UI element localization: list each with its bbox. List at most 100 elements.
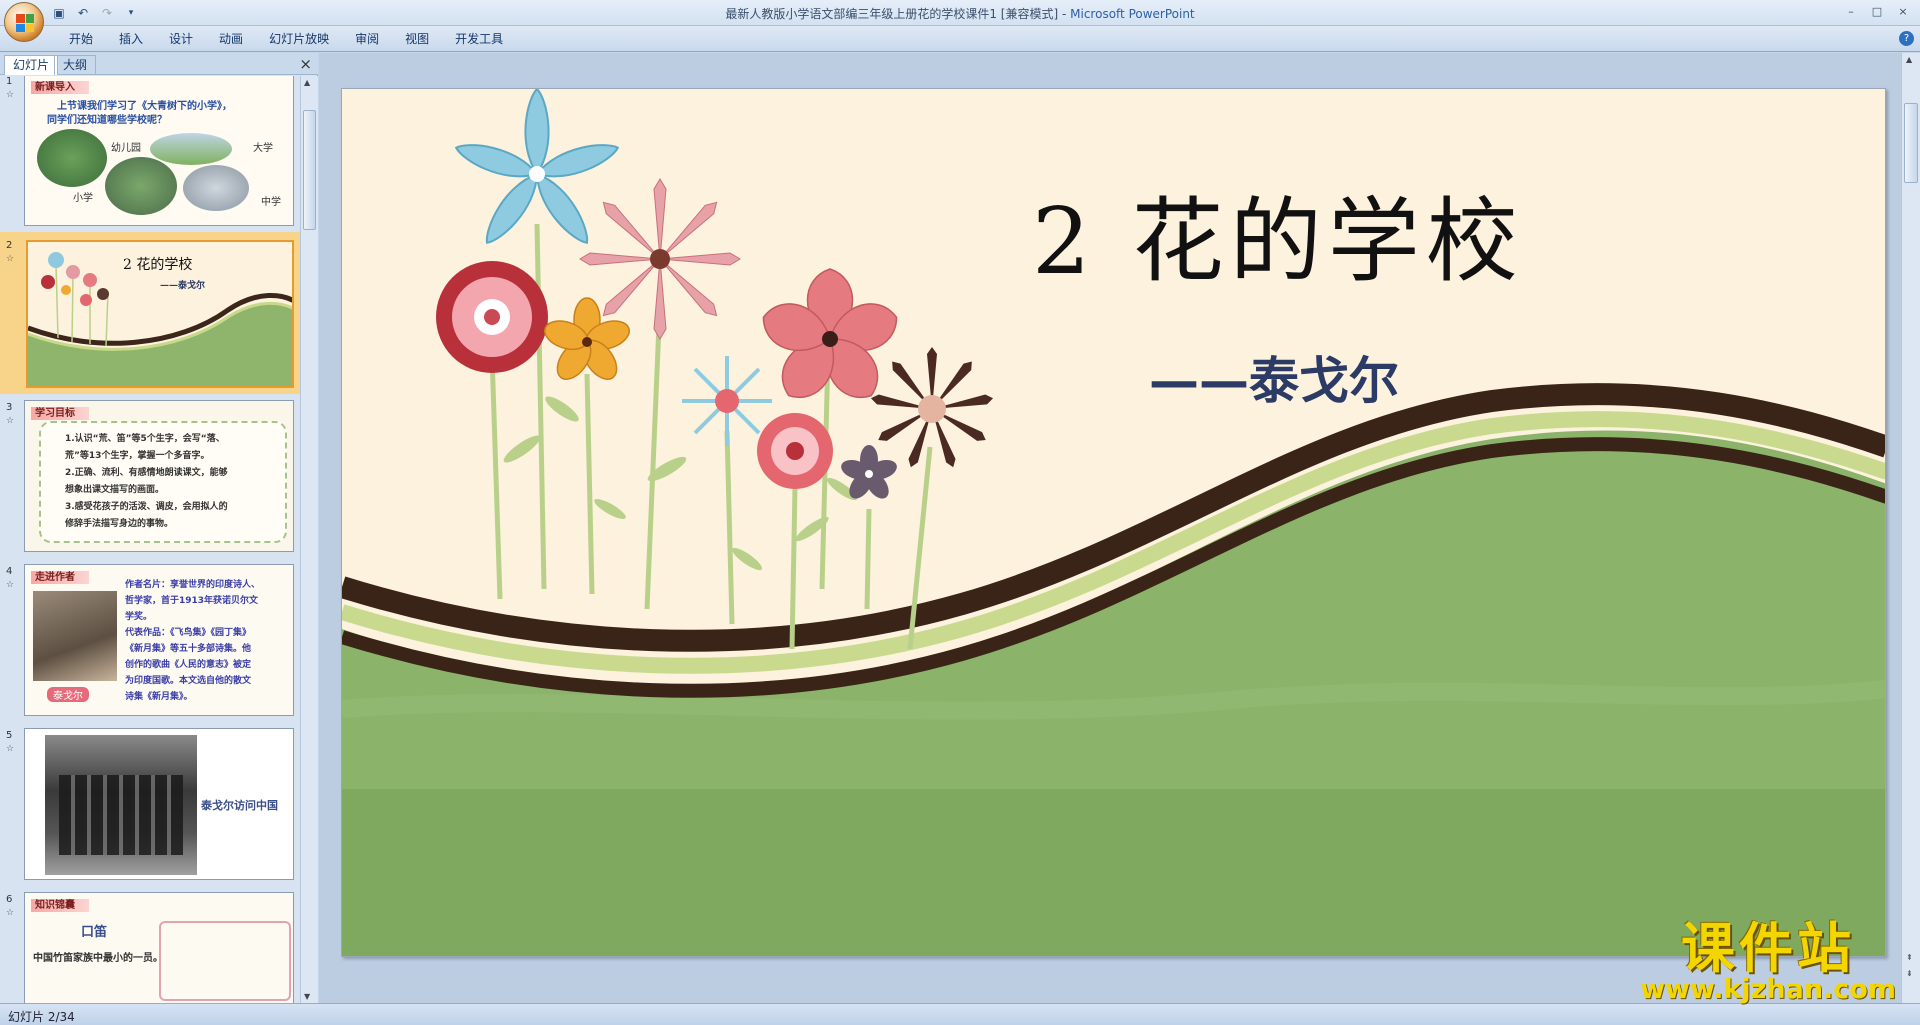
thumbnail-text: 为印度国歌。本文选自他的散文 [125,676,252,686]
scroll-down-icon[interactable]: ▼ [304,992,310,1001]
editor-scrollbar[interactable]: ▲ ⇞ ⇟ [1901,53,1920,1003]
ribbon-tabs: 开始 插入 设计 动画 幻灯片放映 审阅 视图 开发工具 [56,26,516,52]
kindergarten-photo [37,129,107,187]
scroll-up-icon[interactable]: ▲ [304,78,310,87]
previous-slide-icon[interactable]: ⇞ [1906,953,1913,962]
slide-number: 3 [6,402,13,413]
thumbnail-text: 3.感受花孩子的活泼、调皮，会用拟人的 [65,502,228,512]
help-icon[interactable]: ? [1899,31,1914,46]
scroll-thumb[interactable] [1904,103,1918,183]
slide-thumbnail-1[interactable]: 1 ☆ 新课导入 上节课我们学习了《大青树下的小学》， 同学们还知道哪些学校呢？… [0,76,300,230]
close-button[interactable]: × [1890,2,1916,20]
status-bar: 幻灯片 2/34 [0,1003,1920,1025]
thumbnail-text: 同学们还知道哪些学校呢？ [47,115,167,126]
thumbnail-label: 幼儿园 [111,143,141,154]
thumbnail-canvas: 学习目标 1.认识“荒、笛”等5个生字，会写“落、 荒”等13个生字，掌握一个多… [24,400,294,552]
slide-author[interactable]: ——泰戈尔 [1149,341,1399,413]
thumbnail-text: 学奖。 [125,612,153,622]
thumbnail-scrollbar[interactable]: ▲ ▼ [300,76,318,1003]
flute-frame [159,921,291,1001]
slide-number: 4 [6,566,13,577]
slide-thumbnail-2[interactable]: 2 ☆ 2 花的学校 ——泰戈尔 [0,232,300,394]
thumbnail-tag: 走进作者 [31,571,89,584]
thumbnail-canvas: 2 花的学校 ——泰戈尔 [26,240,294,388]
ribbon: 开始 插入 设计 动画 幻灯片放映 审阅 视图 开发工具 ? [0,26,1920,52]
watermark-title: 课件站 [1681,916,1856,980]
middle-school-photo [183,165,249,211]
slide-thumbnails: 1 ☆ 新课导入 上节课我们学习了《大青树下的小学》， 同学们还知道哪些学校呢？… [0,76,300,1003]
tab-home[interactable]: 开始 [56,26,106,52]
window-title: 最新人教版小学语文部编三年级上册花的学校课件1 [兼容模式] - Microso… [725,7,1195,21]
thumbnail-text: 2.正确、流利、有感情地朗读课文，能够 [65,468,228,478]
thumbnail-canvas: 知识锦囊 口笛 中国竹笛家族中最小的一员。 [24,892,294,1003]
tab-developer[interactable]: 开发工具 [442,26,516,52]
animation-star-icon: ☆ [6,908,15,918]
historical-photo [45,735,197,875]
slides-pane: 幻灯片 大纲 × 1 ☆ 新课导入 上节课我们学习了《大青树下的小学》， 同学们… [0,53,318,1003]
animation-star-icon: ☆ [6,744,15,754]
tab-slideshow[interactable]: 幻灯片放映 [256,26,342,52]
scroll-up-icon[interactable]: ▲ [1906,55,1912,64]
kjzhan-watermark: 课件站 www.kjzhan.com [1640,920,1896,1004]
window-controls: – □ × [1838,2,1916,20]
thumbnail-text: 诗集《新月集》。 [125,692,193,702]
title-bar: ▣ ↶ ↷ ▾ 最新人教版小学语文部编三年级上册花的学校课件1 [兼容模式] -… [0,0,1920,26]
pane-tabs: 幻灯片 大纲 × [0,53,318,75]
thumbnail-tag: 新课导入 [31,81,89,94]
slide-number: 6 [6,894,13,905]
animation-star-icon: ☆ [6,254,15,264]
slide-canvas[interactable]: 2 花的学校 ——泰戈尔 [341,88,1886,957]
thumbnail-text: 想象出课文描写的画面。 [65,485,165,495]
thumbnail-title: 2 花的学校 [123,257,193,273]
slide-counter: 幻灯片 2/34 [8,1010,75,1024]
thumbnail-text: 修辞手法描写身边的事物。 [65,519,174,529]
office-button[interactable] [4,2,44,42]
maximize-button[interactable]: □ [1864,2,1890,20]
thumbnail-text: 1.认识“荒、笛”等5个生字，会写“落、 [65,434,225,444]
slide-thumbnail-3[interactable]: 3 ☆ 学习目标 1.认识“荒、笛”等5个生字，会写“落、 荒”等13个生字，掌… [0,394,300,556]
slide-thumbnail-5[interactable]: 5 ☆ 泰戈尔访问中国 [0,722,300,884]
thumbnail-canvas: 走进作者 泰戈尔 作者名片：享誉世界的印度诗人、 哲学家，首于1913年获诺贝尔… [24,564,294,716]
tab-insert[interactable]: 插入 [106,26,156,52]
animation-star-icon: ☆ [6,416,15,426]
next-slide-icon[interactable]: ⇟ [1906,969,1913,978]
slide-thumbnail-6[interactable]: 6 ☆ 知识锦囊 口笛 中国竹笛家族中最小的一员。 [0,886,300,1003]
thumbnail-canvas: 新课导入 上节课我们学习了《大青树下的小学》， 同学们还知道哪些学校呢？ 幼儿园… [24,76,294,226]
thumbnail-canvas: 泰戈尔访问中国 [24,728,294,880]
tab-design[interactable]: 设计 [156,26,206,52]
slide-number: 5 [6,730,13,741]
scroll-thumb[interactable] [303,110,316,230]
tab-review[interactable]: 审阅 [342,26,392,52]
university-photo [150,133,232,165]
animation-star-icon: ☆ [6,90,15,100]
thumbnail-text: 作者名片：享誉世界的印度诗人、 [125,580,261,590]
slide-title[interactable]: 2 花的学校 [1032,167,1524,300]
thumbnail-label: 中学 [261,197,281,208]
tab-animations[interactable]: 动画 [206,26,256,52]
office-logo-icon [16,14,34,32]
thumbnail-text: 创作的歌曲《人民的意志》被定 [125,660,252,670]
slide-number: 2 [6,240,13,251]
slide-number: 1 [6,76,13,87]
thumbnail-label: 大学 [253,143,273,154]
tab-slides[interactable]: 幻灯片 [4,55,59,75]
thumbnail-label: 小学 [73,193,93,204]
animation-star-icon: ☆ [6,580,15,590]
thumbnail-tag: 知识锦囊 [31,899,89,912]
slide-thumbnail-4[interactable]: 4 ☆ 走进作者 泰戈尔 作者名片：享誉世界的印度诗人、 哲学家，首于1913年… [0,558,300,720]
tab-outline[interactable]: 大纲 [54,55,97,75]
close-pane-icon[interactable]: × [299,55,312,73]
slide-editor: 2 花的学校 ——泰戈尔 [319,53,1901,1003]
thumbnail-title: 口笛 [81,925,108,940]
thumbnail-tag: 学习目标 [31,407,89,420]
thumbnail-subtitle: ——泰戈尔 [160,281,206,291]
thumbnail-text: 代表作品：《飞鸟集》《园丁集》 [125,628,252,638]
portrait-caption: 泰戈尔 [47,687,89,702]
primary-school-photo [105,157,177,215]
thumbnail-caption: 泰戈尔访问中国 [201,799,278,812]
tab-view[interactable]: 视图 [392,26,442,52]
tagore-portrait [33,591,117,681]
watermark-url: www.kjzhan.com [1640,974,1896,1005]
minimize-button[interactable]: – [1838,2,1864,20]
thumbnail-text: 上节课我们学习了《大青树下的小学》， [57,101,232,112]
